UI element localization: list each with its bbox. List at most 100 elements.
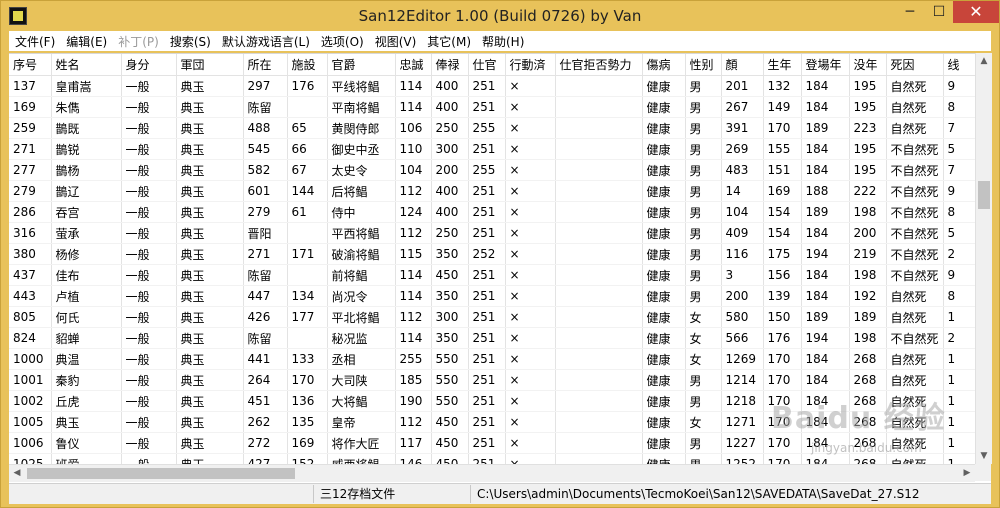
table-cell[interactable]: 健康 bbox=[642, 411, 686, 433]
table-cell[interactable]: 吞宫 bbox=[51, 201, 122, 223]
table-cell[interactable]: 184 bbox=[801, 96, 850, 118]
table-cell[interactable]: 太史令 bbox=[327, 159, 396, 181]
table-cell[interactable]: 健康 bbox=[642, 138, 686, 160]
table-cell[interactable]: 典玉 bbox=[176, 432, 244, 454]
table-cell[interactable]: 104 bbox=[395, 159, 432, 181]
table-cell[interactable] bbox=[555, 201, 643, 223]
table-cell[interactable]: 400 bbox=[431, 96, 469, 118]
table-cell[interactable]: 65 bbox=[287, 117, 328, 139]
table-cell[interactable]: 184 bbox=[801, 75, 850, 97]
menu-item[interactable]: 其它(M) bbox=[421, 31, 476, 51]
table-cell[interactable]: 192 bbox=[849, 285, 887, 307]
table-cell[interactable]: 350 bbox=[431, 285, 469, 307]
table-cell[interactable]: 自然死 bbox=[886, 75, 944, 97]
table-cell[interactable]: 典玉 bbox=[176, 327, 244, 349]
table-cell[interactable]: 550 bbox=[431, 348, 469, 370]
table-cell[interactable] bbox=[555, 327, 643, 349]
column-header[interactable]: 仕官拒否勢力 bbox=[555, 54, 643, 76]
table-cell[interactable]: × bbox=[505, 201, 556, 223]
table-cell[interactable]: 139 bbox=[763, 285, 802, 307]
table-cell[interactable]: 155 bbox=[763, 138, 802, 160]
table-cell[interactable]: 男 bbox=[685, 390, 722, 412]
table-cell[interactable]: 61 bbox=[287, 201, 328, 223]
table-cell[interactable]: 115 bbox=[395, 243, 432, 265]
scroll-up-arrow-icon[interactable]: ▲ bbox=[976, 53, 992, 69]
table-cell[interactable]: × bbox=[505, 348, 556, 370]
table-cell[interactable]: 112 bbox=[395, 411, 432, 433]
table-cell[interactable]: 154 bbox=[763, 222, 802, 244]
table-cell[interactable]: 健康 bbox=[642, 348, 686, 370]
table-cell[interactable]: 350 bbox=[431, 243, 469, 265]
table-cell[interactable]: 184 bbox=[801, 369, 850, 391]
table-cell[interactable]: 一般 bbox=[121, 159, 177, 181]
table-cell[interactable]: 169 bbox=[9, 96, 52, 118]
table-cell[interactable]: 251 bbox=[468, 138, 506, 160]
table-cell[interactable]: 380 bbox=[9, 243, 52, 265]
table-cell[interactable]: 154 bbox=[763, 201, 802, 223]
column-header[interactable]: 忠誠 bbox=[395, 54, 432, 76]
table-cell[interactable]: 437 bbox=[9, 264, 52, 286]
table-cell[interactable]: 545 bbox=[243, 138, 288, 160]
table-cell[interactable]: 170 bbox=[763, 432, 802, 454]
table-cell[interactable]: 何氏 bbox=[51, 306, 122, 328]
table-cell[interactable]: 健康 bbox=[642, 369, 686, 391]
table-cell[interactable]: 典玉 bbox=[176, 96, 244, 118]
table-cell[interactable]: 201 bbox=[721, 75, 764, 97]
table-cell[interactable]: 杨修 bbox=[51, 243, 122, 265]
table-cell[interactable]: 297 bbox=[243, 75, 288, 97]
column-header[interactable]: 官爵 bbox=[327, 54, 396, 76]
table-cell[interactable]: 男 bbox=[685, 159, 722, 181]
table-row[interactable]: 137 皇甫嵩 一般 典玉 297 176 平线将鲳 114 400 251 × 健康男 201 132 1… bbox=[9, 75, 991, 97]
table-cell[interactable]: 一般 bbox=[121, 243, 177, 265]
table-cell[interactable]: 女 bbox=[685, 327, 722, 349]
column-header[interactable]: 所在 bbox=[243, 54, 288, 76]
table-cell[interactable]: 251 bbox=[468, 369, 506, 391]
table-cell[interactable]: 典玉 bbox=[176, 390, 244, 412]
table-cell[interactable]: 健康 bbox=[642, 327, 686, 349]
table-cell[interactable]: 251 bbox=[468, 264, 506, 286]
table-cell[interactable]: 400 bbox=[431, 180, 469, 202]
menu-item[interactable]: 选项(O) bbox=[315, 31, 369, 51]
table-cell[interactable]: 陈留 bbox=[243, 327, 288, 349]
menu-item[interactable]: 文件(F) bbox=[9, 31, 60, 51]
table-cell[interactable]: 124 bbox=[395, 201, 432, 223]
table-cell[interactable]: 195 bbox=[849, 96, 887, 118]
table-cell[interactable]: 200 bbox=[721, 285, 764, 307]
table-cell[interactable]: 251 bbox=[468, 222, 506, 244]
table-cell[interactable]: 198 bbox=[849, 264, 887, 286]
table-cell[interactable]: 破渝将鲳 bbox=[327, 243, 396, 265]
table-cell[interactable]: 137 bbox=[9, 75, 52, 97]
table-cell[interactable]: 250 bbox=[431, 117, 469, 139]
table-row[interactable]: 279 鵲辽 一般 典玉 601 144 后将鲳 112 400 251 × 健康男 14 169 188 2… bbox=[9, 180, 991, 202]
table-cell[interactable]: 丞相 bbox=[327, 348, 396, 370]
column-header[interactable]: 性别 bbox=[685, 54, 722, 76]
table-cell[interactable]: 200 bbox=[431, 159, 469, 181]
table-cell[interactable]: 106 bbox=[395, 117, 432, 139]
close-button[interactable]: ✕ bbox=[953, 1, 999, 23]
table-cell[interactable]: 男 bbox=[685, 180, 722, 202]
table-cell[interactable]: 184 bbox=[801, 264, 850, 286]
table-cell[interactable]: 268 bbox=[849, 348, 887, 370]
table-cell[interactable]: 67 bbox=[287, 159, 328, 181]
scroll-down-arrow-icon[interactable]: ▼ bbox=[976, 448, 992, 464]
table-cell[interactable]: 279 bbox=[243, 201, 288, 223]
table-cell[interactable]: 自然死 bbox=[886, 285, 944, 307]
table-row[interactable]: 824 貂蝉 一般 典玉 陈留 秘况监 114 350 251 × 健康女 566 176 194 198 不… bbox=[9, 327, 991, 349]
column-header[interactable]: 傷病 bbox=[642, 54, 686, 76]
table-cell[interactable]: 271 bbox=[9, 138, 52, 160]
column-header[interactable]: 仕官 bbox=[468, 54, 506, 76]
table-cell[interactable]: 114 bbox=[395, 285, 432, 307]
table-cell[interactable]: 169 bbox=[287, 432, 328, 454]
table-cell[interactable]: 典玉 bbox=[176, 201, 244, 223]
table-cell[interactable]: × bbox=[505, 75, 556, 97]
column-header[interactable]: 死因 bbox=[886, 54, 944, 76]
table-cell[interactable]: 251 bbox=[468, 390, 506, 412]
table-cell[interactable]: 一般 bbox=[121, 96, 177, 118]
table-cell[interactable]: 男 bbox=[685, 117, 722, 139]
table-cell[interactable] bbox=[555, 306, 643, 328]
table-cell[interactable]: 189 bbox=[801, 201, 850, 223]
table-cell[interactable]: × bbox=[505, 369, 556, 391]
table-cell[interactable] bbox=[555, 390, 643, 412]
table-cell[interactable]: 268 bbox=[849, 390, 887, 412]
table-row[interactable]: 271 鵲锐 一般 典玉 545 66 御史中丞 110 300 251 × 健康男 269 155 184… bbox=[9, 138, 991, 160]
